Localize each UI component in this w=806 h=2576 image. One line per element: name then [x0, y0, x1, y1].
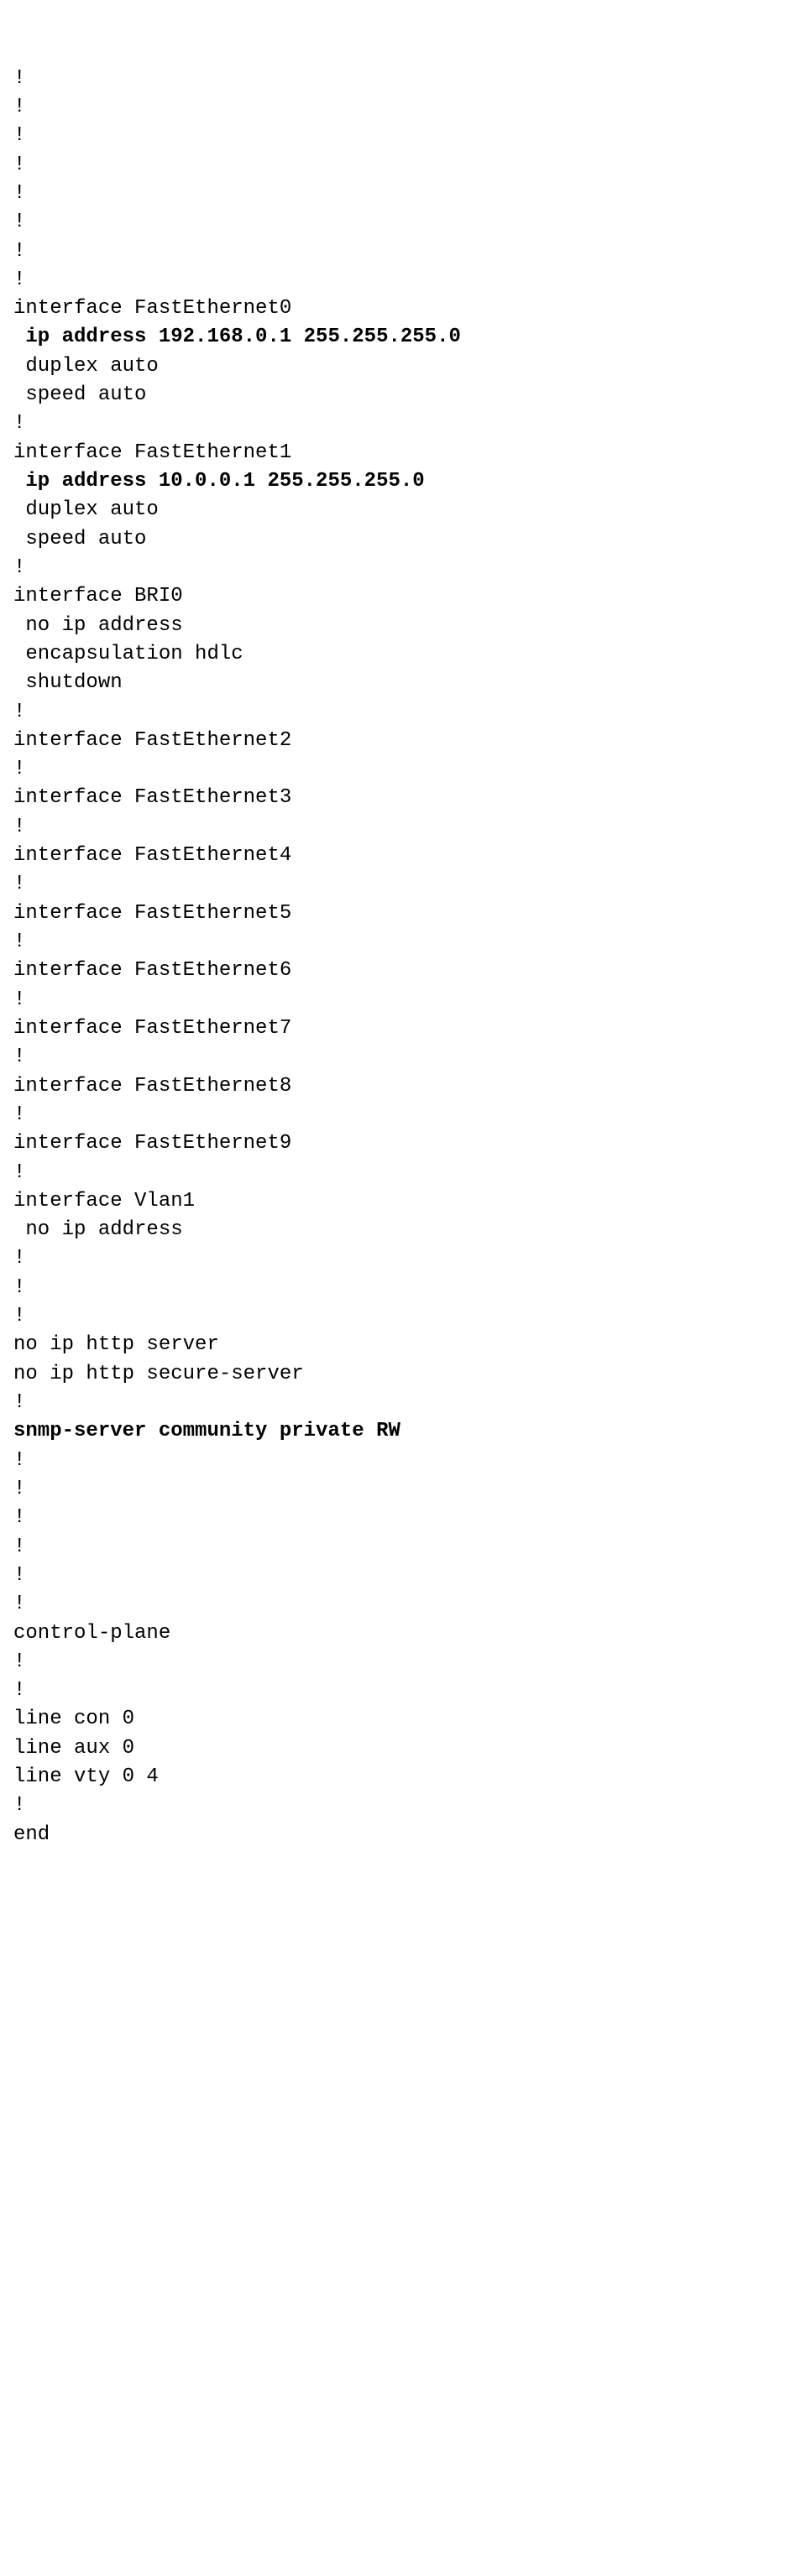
config-line: ip address 192.168.0.1 255.255.255.0	[13, 326, 461, 348]
config-line: interface FastEthernet3	[13, 786, 291, 809]
config-line: snmp-server community private RW	[13, 1420, 400, 1442]
config-line: !	[13, 240, 25, 263]
config-line: line aux 0	[13, 1737, 134, 1760]
config-line: interface FastEthernet4	[13, 844, 291, 867]
config-line: speed auto	[13, 528, 146, 550]
config-line: !	[13, 556, 25, 579]
config-line: duplex auto	[13, 498, 159, 521]
config-line: no ip http server	[13, 1333, 219, 1356]
config-line: control-plane	[13, 1622, 170, 1645]
config-line: interface FastEthernet7	[13, 1017, 291, 1040]
config-line: !	[13, 1161, 25, 1184]
config-line: !	[13, 1506, 25, 1529]
config-line: !	[13, 931, 25, 953]
config-line: no ip http secure-server	[13, 1363, 304, 1385]
config-line: !	[13, 1247, 25, 1270]
config-line: interface FastEthernet2	[13, 729, 291, 752]
config-line: duplex auto	[13, 355, 159, 378]
config-line: !	[13, 1305, 25, 1327]
config-line: speed auto	[13, 383, 146, 406]
config-line: !	[13, 1276, 25, 1299]
config-line: !	[13, 1536, 25, 1558]
config-line: !	[13, 1650, 25, 1673]
config-line: !	[13, 816, 25, 838]
config-line: interface FastEthernet5	[13, 902, 291, 925]
config-line: interface Vlan1	[13, 1190, 195, 1212]
config-line: !	[13, 873, 25, 895]
config-line: !	[13, 1046, 25, 1068]
config-line: shutdown	[13, 671, 123, 694]
config-line: interface FastEthernet8	[13, 1075, 291, 1098]
config-line: !	[13, 1564, 25, 1587]
config-line: interface FastEthernet6	[13, 959, 291, 982]
config-line: end	[13, 1823, 50, 1846]
config-line: !	[13, 1593, 25, 1615]
config-line: interface FastEthernet0	[13, 297, 291, 320]
config-line: !	[13, 701, 25, 723]
config-text: ! ! ! ! ! ! ! ! interface FastEthernet0 …	[13, 65, 793, 1849]
config-line: line vty 0 4	[13, 1765, 159, 1788]
config-line: !	[13, 269, 25, 291]
config-line: ip address 10.0.0.1 255.255.255.0	[13, 470, 425, 493]
config-line: interface BRI0	[13, 585, 183, 607]
config-line: interface FastEthernet1	[13, 441, 291, 464]
config-line: !	[13, 1794, 25, 1817]
config-line: line con 0	[13, 1708, 134, 1730]
config-line: !	[13, 1478, 25, 1500]
config-line: !	[13, 124, 25, 147]
config-line: !	[13, 211, 25, 233]
config-line: !	[13, 758, 25, 780]
config-line: !	[13, 1679, 25, 1702]
config-line: !	[13, 412, 25, 435]
config-line: no ip address	[13, 614, 183, 637]
config-line: !	[13, 67, 25, 90]
config-line: !	[13, 96, 25, 118]
config-line: !	[13, 1449, 25, 1472]
config-line: !	[13, 154, 25, 176]
config-line: !	[13, 988, 25, 1011]
config-line: no ip address	[13, 1218, 183, 1241]
config-line: !	[13, 1391, 25, 1414]
config-line: !	[13, 182, 25, 205]
config-line: encapsulation hdlc	[13, 643, 243, 665]
config-line: interface FastEthernet9	[13, 1132, 291, 1155]
config-line: !	[13, 1103, 25, 1126]
